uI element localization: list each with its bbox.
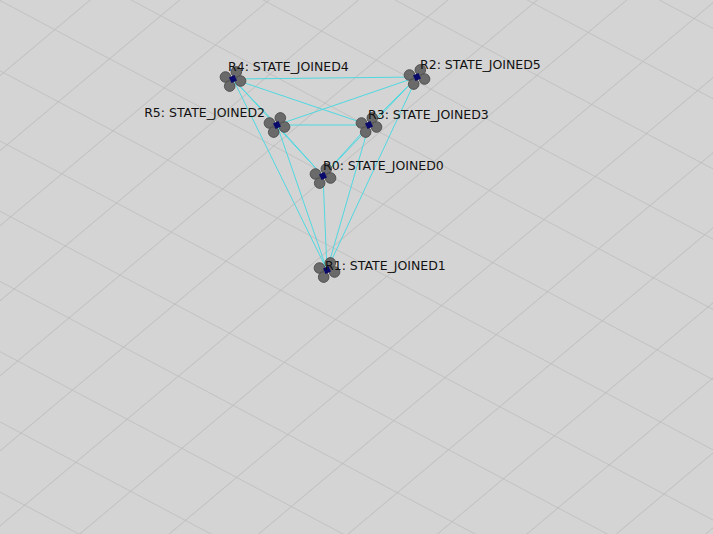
- robot-label: R1: STATE_JOINED1: [325, 258, 446, 273]
- link-line: [233, 77, 417, 79]
- robot-label: R4: STATE_JOINED4: [228, 59, 349, 74]
- link-line: [233, 79, 323, 176]
- robot-label: R3: STATE_JOINED3: [368, 107, 489, 122]
- link-line: [277, 125, 327, 270]
- drone-icon[interactable]: [262, 111, 291, 139]
- simulation-view: R0: STATE_JOINED0 R1: STATE_JOINED1 R2: ST…: [0, 0, 713, 534]
- link-line: [277, 125, 369, 126]
- robot-label: R5: STATE_JOINED2: [144, 105, 265, 120]
- link-line: [327, 125, 369, 270]
- link-line: [327, 77, 417, 270]
- robot-label: R2: STATE_JOINED5: [420, 57, 541, 72]
- robot-label: R0: STATE_JOINED0: [323, 158, 444, 173]
- ground-grid: [0, 0, 713, 534]
- simulation-canvas[interactable]: R0: STATE_JOINED0 R1: STATE_JOINED1 R2: ST…: [0, 0, 713, 534]
- link-line: [323, 176, 327, 270]
